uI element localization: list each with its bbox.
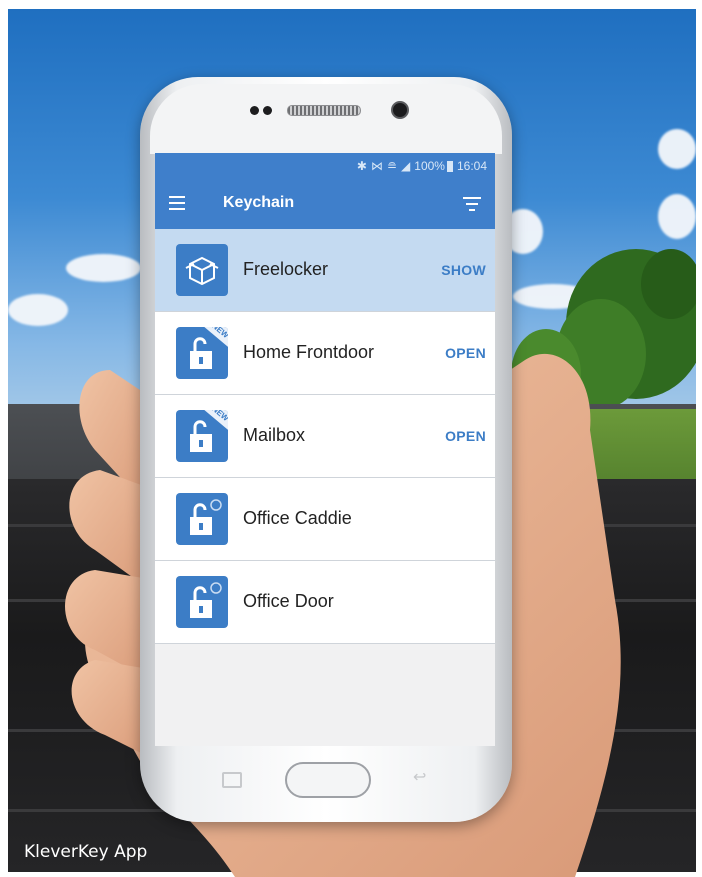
wifi-icon: ≘ — [386, 159, 398, 173]
item-label: Freelocker — [243, 259, 329, 279]
keychain-item-mailbox[interactable]: NEW Mailbox OPEN — [155, 395, 495, 478]
padlock-icon: NEW — [176, 327, 228, 379]
filter-icon[interactable] — [463, 197, 481, 211]
sensor-dot — [263, 106, 272, 115]
phone-screen: ✱ ⋈ ≘ ◢ 100% 16:04 Keychain Freelocker S… — [155, 153, 495, 746]
cloud — [66, 254, 141, 282]
image-caption: KleverKey App — [24, 842, 148, 862]
hamburger-icon[interactable] — [169, 196, 185, 210]
battery-level: 100% — [414, 159, 445, 173]
show-button[interactable]: SHOW — [441, 262, 486, 278]
recent-apps-icon[interactable] — [222, 772, 242, 788]
vibrate-icon: ⋈ — [370, 159, 383, 173]
cloud — [658, 129, 696, 169]
earpiece-speaker — [287, 105, 361, 116]
keychain-item-home-frontdoor[interactable]: NEW Home Frontdoor OPEN — [155, 312, 495, 395]
clock: 16:04 — [456, 159, 487, 173]
back-icon[interactable]: ↩ — [413, 770, 431, 786]
front-camera — [391, 101, 409, 119]
item-label: Mailbox — [243, 425, 306, 445]
open-button[interactable]: OPEN — [445, 428, 486, 444]
item-label: Office Door — [243, 591, 334, 611]
keychain-list: Freelocker SHOW NEW Home Frontdoor OPEN — [155, 229, 495, 644]
item-label: Home Frontdoor — [243, 342, 375, 362]
home-button[interactable] — [285, 762, 371, 798]
signal-icon: ◢ — [401, 159, 411, 173]
padlock-icon — [176, 576, 228, 628]
padlock-icon — [176, 493, 228, 545]
item-label: Office Caddie — [243, 508, 352, 528]
cloud — [658, 194, 696, 239]
sensor-dot — [250, 106, 259, 115]
keychain-item-freelocker[interactable]: Freelocker SHOW — [155, 229, 495, 312]
keychain-item-office-door[interactable]: Office Door — [155, 561, 495, 644]
battery-icon — [446, 160, 453, 172]
status-bar: ✱ ⋈ ≘ ◢ 100% 16:04 — [155, 153, 495, 179]
app-bar: Keychain — [155, 179, 495, 229]
bluetooth-icon: ✱ — [356, 159, 367, 173]
phone-bezel-top — [150, 84, 502, 154]
page-title: Keychain — [223, 194, 295, 211]
photo-frame: ✱ ⋈ ≘ ◢ 100% 16:04 Keychain Freelocker S… — [0, 0, 702, 877]
box-icon — [176, 244, 228, 296]
open-button[interactable]: OPEN — [445, 345, 486, 361]
keychain-item-office-caddie[interactable]: Office Caddie — [155, 478, 495, 561]
padlock-icon: NEW — [176, 410, 228, 462]
